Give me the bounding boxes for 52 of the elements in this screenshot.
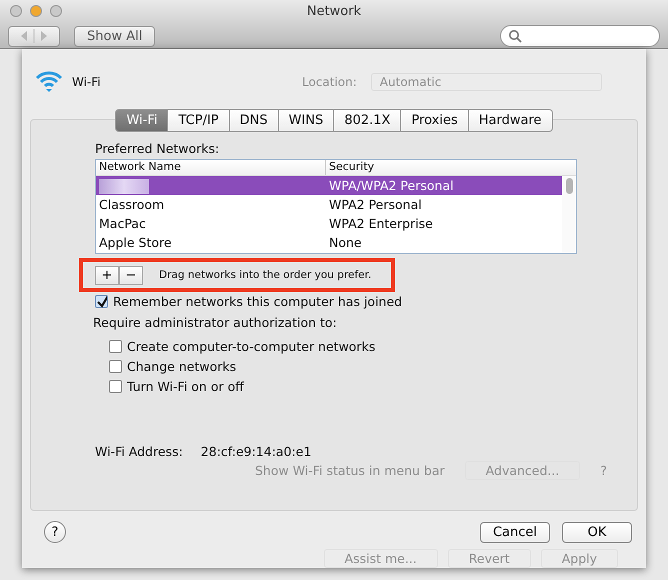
search-icon xyxy=(508,29,522,43)
help-button[interactable]: ? xyxy=(44,521,66,543)
table-row[interactable]: Apple Store None xyxy=(96,233,562,252)
table-row[interactable]: WPA/WPA2 Personal xyxy=(96,176,562,195)
question-mark: ? xyxy=(600,463,607,478)
checkbox[interactable] xyxy=(109,340,122,352)
table-cell: MacPac xyxy=(99,216,146,231)
scroll-thumb[interactable] xyxy=(566,178,573,194)
checkbox[interactable] xyxy=(109,360,122,372)
table-cell: WPA/WPA2 Personal xyxy=(329,178,454,193)
location-label: Location: xyxy=(302,75,357,89)
table-cell: Apple Store xyxy=(99,235,172,250)
dialog-button[interactable]: OK xyxy=(562,522,632,542)
table-row[interactable]: Classroom WPA2 Personal xyxy=(96,195,562,214)
column-header[interactable]: Security xyxy=(326,160,562,175)
tab[interactable]: Hardware xyxy=(468,109,553,132)
show-all-button[interactable]: Show All xyxy=(74,26,156,46)
tab[interactable]: TCP/IP xyxy=(168,109,230,132)
checkbox-label: Create computer-to-computer networks xyxy=(127,338,376,354)
checkbox[interactable] xyxy=(95,295,108,308)
address-value: 28:cf:e9:14:a0:e1 xyxy=(200,444,312,459)
table-row[interactable]: MacPac WPA2 Enterprise xyxy=(96,214,562,233)
section-label: Require administrator authorization to: xyxy=(93,315,338,330)
checkbox-label: Turn Wi-Fi on or off xyxy=(127,378,244,394)
add-button[interactable]: + xyxy=(95,266,119,284)
back-forward-buttons[interactable] xyxy=(8,26,60,46)
tab[interactable]: 802.1X xyxy=(334,109,402,132)
window-control-button[interactable] xyxy=(50,5,62,17)
tab[interactable]: Proxies xyxy=(401,109,469,132)
checkbox-label: Remember networks this computer has joined xyxy=(113,294,402,309)
window-title: Network xyxy=(306,4,362,18)
tab[interactable]: WINS xyxy=(278,109,334,132)
window-control-button[interactable] xyxy=(10,5,22,17)
service-name: Wi-Fi xyxy=(72,75,102,89)
dialog-button[interactable]: Cancel xyxy=(480,522,550,542)
remove-button[interactable]: − xyxy=(119,266,143,284)
status-checkbox-label: Show Wi-Fi status in menu bar xyxy=(255,463,445,478)
table-cell: Classroom xyxy=(99,197,164,212)
search-field[interactable] xyxy=(500,25,660,47)
table-cell: WPA2 Enterprise xyxy=(329,216,433,231)
section-label: Preferred Networks: xyxy=(95,141,220,156)
tab[interactable]: DNS xyxy=(230,109,279,132)
column-header[interactable]: Network Name xyxy=(96,160,326,175)
table-cell: None xyxy=(329,235,362,250)
window-control-button[interactable] xyxy=(30,5,42,17)
table-cell: WPA2 Personal xyxy=(329,197,422,212)
checkbox[interactable] xyxy=(109,380,122,392)
checkbox-label: Change networks xyxy=(127,358,236,374)
wifi-icon xyxy=(34,69,64,95)
tab[interactable]: Wi-Fi xyxy=(115,109,168,132)
hint-text: Drag networks into the order you prefer. xyxy=(159,269,372,281)
address-label: Wi-Fi Address: xyxy=(95,444,183,459)
